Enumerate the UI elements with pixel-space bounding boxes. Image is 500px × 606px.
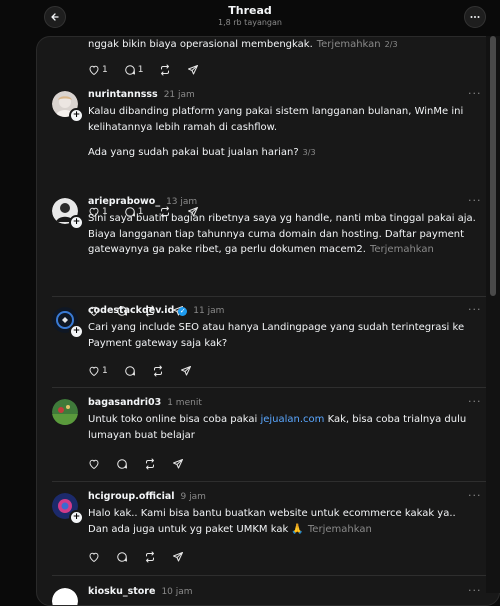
heart-icon	[89, 459, 99, 470]
post-more-button[interactable]: ···	[468, 395, 482, 408]
reply-button[interactable]	[116, 551, 128, 563]
share-button[interactable]	[187, 64, 199, 76]
repost-icon	[153, 365, 162, 377]
like-count: 1	[102, 366, 108, 376]
post-actions	[88, 457, 200, 471]
post-more-button[interactable]: ···	[468, 489, 482, 502]
post-text: Halo kak.. Kami bisa bantu buatkan websi…	[88, 508, 456, 535]
link-jejualan[interactable]: jejualan.com	[260, 414, 324, 425]
repost-icon	[146, 551, 154, 563]
post-actions: 1	[88, 364, 208, 378]
post-time: 13 jam	[166, 197, 198, 207]
repost-button[interactable]	[144, 551, 156, 563]
post-text: Untuk toko online bisa coba pakai jejual…	[88, 414, 467, 441]
post-more-button[interactable]: ···	[468, 303, 482, 316]
post-divider	[52, 575, 499, 576]
follow-plus-icon[interactable]: +	[69, 510, 84, 525]
username[interactable]: hcigroup.official 9 jam	[88, 491, 206, 502]
post-text: nggak bikin biaya operasional membengkak…	[88, 39, 398, 50]
reply-button[interactable]: 1	[124, 64, 144, 76]
post-divider	[52, 481, 499, 482]
reply-button[interactable]	[116, 458, 128, 470]
post-more-button[interactable]: ···	[468, 87, 482, 100]
share-icon	[180, 366, 191, 376]
like-button[interactable]	[88, 458, 100, 470]
page-indicator: 3/3	[302, 148, 316, 157]
post-time: 10 jam	[161, 587, 193, 597]
post-divider	[52, 387, 499, 388]
avatar[interactable]	[52, 588, 78, 605]
avatar[interactable]	[52, 399, 78, 425]
share-icon	[188, 65, 199, 75]
post-time: 21 jam	[163, 90, 195, 100]
verified-icon: ✓	[178, 307, 188, 316]
follow-plus-icon[interactable]: +	[69, 324, 84, 339]
username[interactable]: bagasandri03 1 menit	[88, 397, 202, 408]
view-count: 1,8 rb tayangan	[218, 18, 282, 27]
post-time: 11 jam	[193, 306, 225, 316]
like-button[interactable]: 1	[88, 64, 108, 76]
share-button[interactable]	[180, 365, 192, 377]
reply-count: 1	[137, 65, 144, 75]
heart-icon	[89, 366, 99, 377]
reply-button[interactable]	[124, 365, 136, 377]
translate-link[interactable]: Terjemahkan	[370, 244, 434, 255]
post-more-button[interactable]: ···	[468, 584, 482, 597]
like-button[interactable]	[88, 551, 100, 563]
post-text: Cari yang include SEO atau hanya Landing…	[88, 322, 465, 349]
more-icon	[470, 16, 480, 18]
post-actions: 1 1	[88, 63, 215, 77]
repost-button[interactable]	[152, 365, 164, 377]
translate-link[interactable]: Terjemahkan	[308, 524, 372, 535]
thread-header: Thread 1,8 rb tayangan	[0, 0, 500, 36]
comment-icon	[117, 552, 127, 562]
heart-icon	[89, 65, 99, 76]
thread-panel: nggak bikin biaya operasional membengkak…	[36, 36, 500, 606]
repost-button[interactable]	[159, 64, 171, 76]
post-divider	[52, 296, 499, 297]
comment-icon	[117, 459, 127, 469]
like-button[interactable]: 1	[88, 365, 108, 377]
repost-icon	[146, 458, 154, 470]
post-time: 1 menit	[167, 398, 202, 408]
post-text: Sini saya buatin bagian ribetnya saya yg…	[88, 213, 476, 255]
page-indicator: 2/3	[384, 40, 398, 49]
share-button[interactable]	[172, 458, 184, 470]
heart-icon	[89, 552, 99, 563]
repost-button[interactable]	[144, 458, 156, 470]
follow-plus-icon[interactable]: +	[69, 215, 84, 230]
username[interactable]: arieprabowo_ 13 jam	[88, 196, 197, 207]
scrollbar-thumb[interactable]	[490, 36, 496, 296]
comment-icon	[124, 65, 135, 75]
post-time: 9 jam	[180, 492, 206, 502]
comment-icon	[124, 366, 135, 376]
post-text: Kalau dibanding platform yang pakai sist…	[88, 106, 464, 158]
share-icon	[173, 459, 183, 469]
thread-more-button[interactable]	[464, 6, 486, 28]
username[interactable]: kiosku_store 10 jam	[88, 586, 193, 597]
page-title: Thread	[228, 4, 272, 17]
username[interactable]: codestackdev.id ✓ 11 jam	[88, 305, 224, 316]
post-more-button[interactable]: ···	[468, 194, 482, 207]
username[interactable]: nurintannsss 21 jam	[88, 89, 195, 100]
translate-link[interactable]: Terjemahkan	[317, 39, 381, 50]
share-button[interactable]	[172, 551, 184, 563]
share-icon	[173, 552, 183, 562]
follow-plus-icon[interactable]: +	[69, 108, 84, 123]
repost-icon	[161, 64, 170, 76]
like-count: 1	[102, 65, 108, 75]
post-actions	[88, 550, 200, 564]
